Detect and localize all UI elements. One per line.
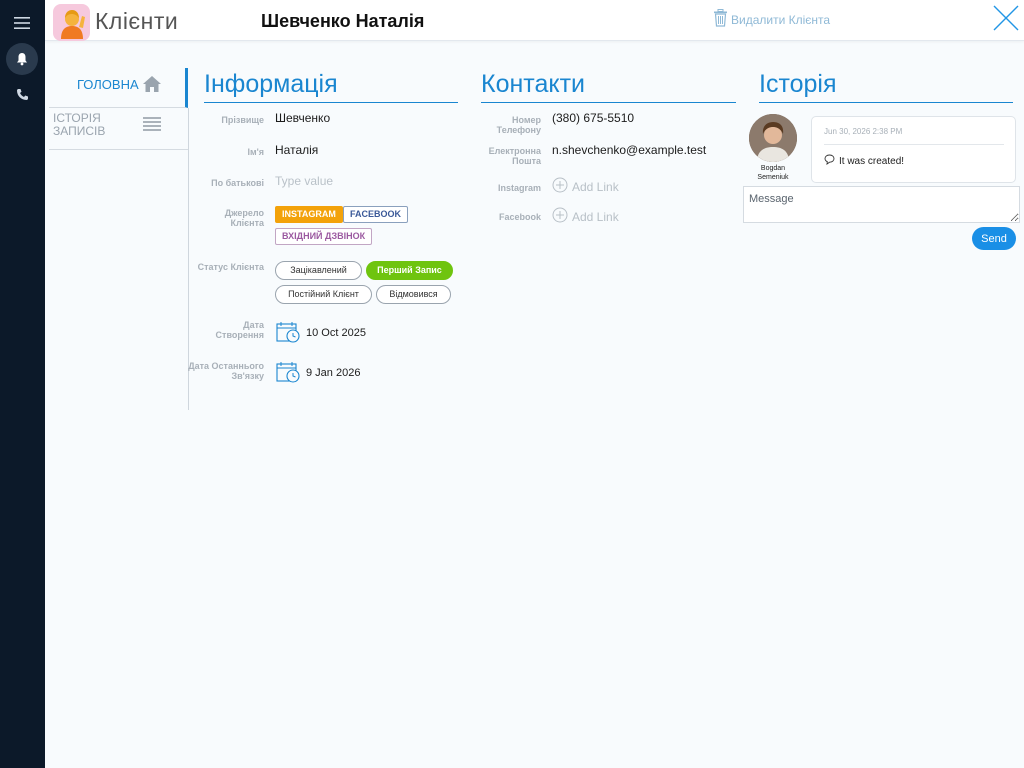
instagram-add-link[interactable]: Add Link [552,177,619,196]
phone-value[interactable]: (380) 675-5510 [552,111,634,125]
entry-timestamp: Jun 30, 2026 2:38 PM [824,127,903,136]
app-title: Клієнти [95,8,179,34]
app-client-icon [53,4,90,41]
client-name-title: Шевченко Наталія [261,11,425,31]
send-button[interactable]: Send [972,227,1016,250]
tab-home[interactable]: ГОЛОВНА [49,68,188,108]
phone-label: Номер Телефону [496,115,541,135]
calendar-clock-icon[interactable] [276,321,301,348]
tab-history-label: ІСТОРІЯ ЗАПИСІВ [53,111,106,138]
delete-client-button[interactable]: Видалити Клієнта [713,9,830,30]
plus-circle-icon [552,177,568,196]
created-date-value: 10 Oct 2025 [306,327,366,339]
bell-icon[interactable] [6,43,38,75]
section-info-heading: Інформація [204,70,458,103]
section-history-heading: Історія [759,70,1013,103]
last-contact-date-value: 9 Jan 2026 [306,367,361,379]
close-icon[interactable] [992,4,1020,32]
entry-text: It was created! [839,155,905,167]
email-value[interactable]: n.shevchenko@example.test [552,143,706,157]
trash-icon [713,9,728,30]
plus-circle-icon [552,207,568,226]
name-value[interactable]: Наталія [275,143,318,157]
name-label: Ім'я [247,147,264,157]
source-tag-facebook[interactable]: FACEBOOK [343,206,409,223]
chat-bubble-icon [824,154,835,168]
facebook-add-link[interactable]: Add Link [552,207,619,226]
history-entry: Jun 30, 2026 2:38 PM It was created! [811,116,1016,183]
author-name: Bogdan Semeniuk [757,165,789,181]
created-label: Дата Створення [215,320,264,340]
status-pill-declined[interactable]: Відмовився [376,285,451,304]
source-tag-incoming-call[interactable]: ВХІДНИЙ ДЗВІНОК [275,228,373,245]
last-contact-label: Дата Останнього Зв'язку [188,361,264,381]
status-label: Статус Клієнта [197,262,264,272]
section-contacts-heading: Контакти [481,70,736,103]
instagram-label: Instagram [497,183,541,193]
delete-client-label: Видалити Клієнта [731,12,831,27]
entry-message: It was created! [824,154,904,168]
patronymic-label: По батькові [211,178,264,188]
email-label: Електронна Пошта [488,146,541,166]
status-pill-interested[interactable]: Зацікавлений [275,261,362,280]
status-pill-first-visit[interactable]: Перший Запис [366,261,453,280]
list-icon [143,117,161,136]
instagram-add-link-label: Add Link [572,179,619,194]
top-bar: Клієнти Шевченко Наталія Видалити Клієнт… [45,0,1024,41]
patronymic-field[interactable]: Type value [275,174,333,188]
entry-divider [824,144,1004,145]
source-tag-instagram[interactable]: INSTAGRAM [275,206,343,223]
facebook-add-link-label: Add Link [572,209,619,224]
surname-label: Прізвище [221,115,264,125]
tab-history[interactable]: ІСТОРІЯ ЗАПИСІВ [49,108,188,150]
facebook-label: Facebook [498,212,541,222]
avatar [749,114,797,162]
source-label: Джерело Клієнта [224,208,264,228]
phone-icon[interactable] [6,78,38,110]
menu-icon[interactable] [6,7,38,39]
side-tabs: ГОЛОВНА ІСТОРІЯ ЗАПИСІВ [49,68,188,150]
surname-value[interactable]: Шевченко [275,111,330,125]
message-input[interactable] [743,186,1020,223]
status-pill-regular[interactable]: Постійний Клієнт [275,285,372,304]
tab-home-label: ГОЛОВНА [77,77,139,92]
home-icon [142,75,162,98]
calendar-clock-icon[interactable] [276,361,301,388]
left-rail [0,0,45,768]
